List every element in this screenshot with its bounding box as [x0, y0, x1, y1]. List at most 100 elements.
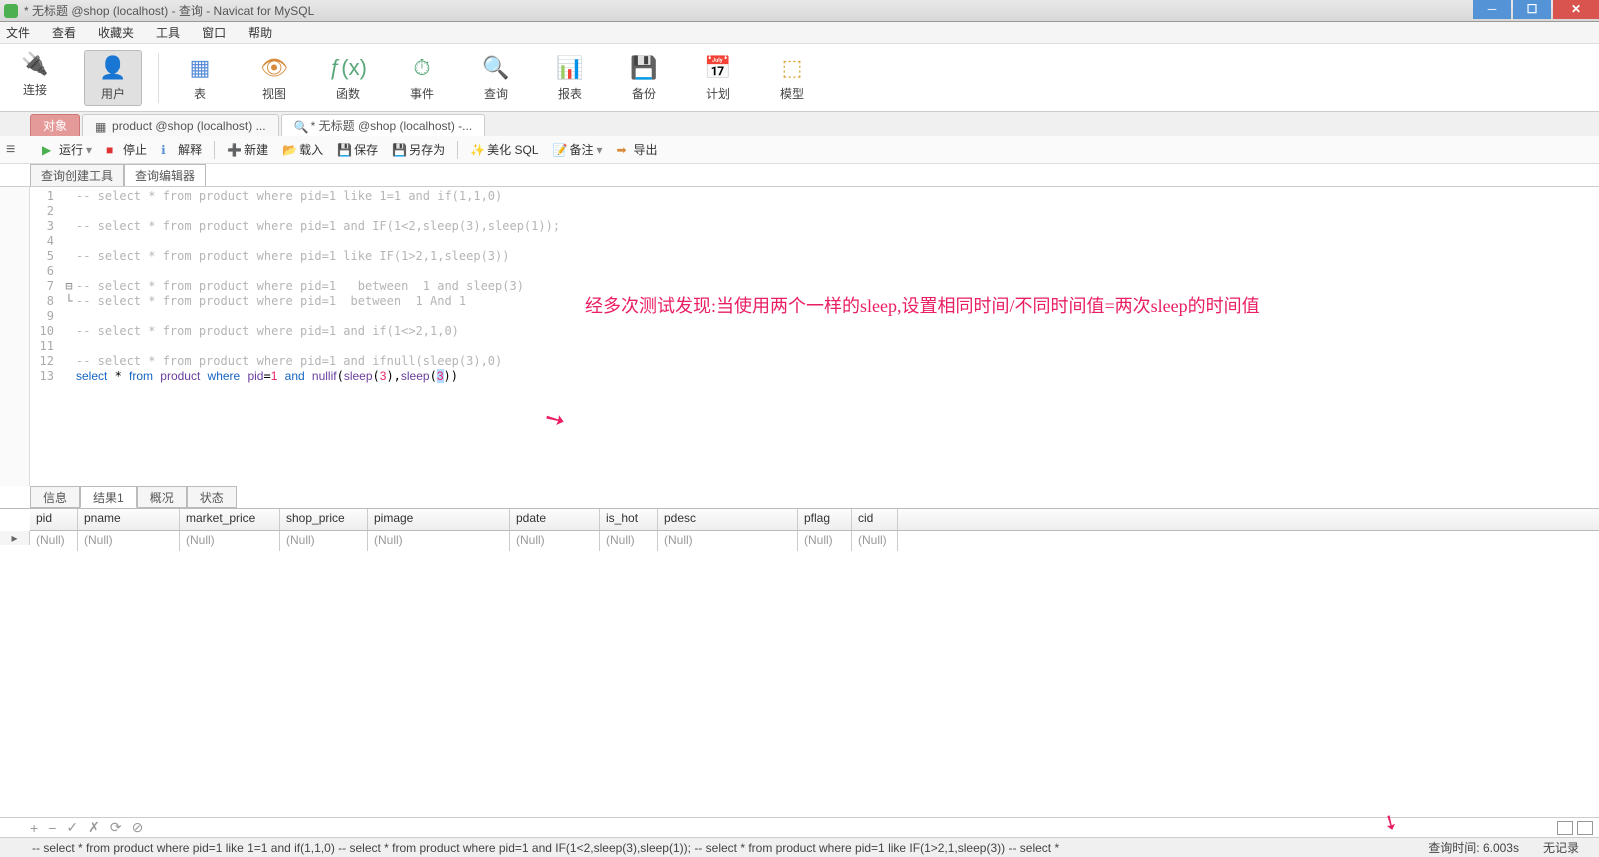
query-time: 查询时间: 6.003s: [1416, 839, 1531, 856]
table-button[interactable]: ▦表: [175, 54, 225, 102]
restab-info[interactable]: 信息: [30, 486, 80, 508]
cell-pimage[interactable]: (Null): [368, 531, 510, 551]
schedule-button[interactable]: 📅计划: [693, 54, 743, 102]
grid-header: pidpnamemarket_priceshop_pricepimagepdat…: [30, 509, 1599, 531]
grid-view-icon[interactable]: [1557, 821, 1573, 835]
beautify-button[interactable]: ✨美化 SQL: [464, 139, 544, 161]
grid-row[interactable]: (Null)(Null)(Null)(Null)(Null)(Null)(Nul…: [30, 531, 1599, 551]
status-bar: -- select * from product where pid=1 lik…: [0, 837, 1599, 857]
stop-icon: ■: [106, 143, 120, 157]
delete-icon[interactable]: −: [48, 820, 56, 836]
stop-grid-icon[interactable]: ⊘: [132, 819, 144, 836]
event-button[interactable]: ⏱事件: [397, 54, 447, 102]
check-icon[interactable]: ✓: [66, 819, 78, 836]
col-pname[interactable]: pname: [78, 509, 180, 530]
annotation-text: 经多次测试发现:当使用两个一样的sleep,设置相同时间/不同时间值=两次sle…: [585, 292, 1260, 318]
subtab-editor[interactable]: 查询编辑器: [124, 164, 206, 186]
cell-is_hot[interactable]: (Null): [600, 531, 658, 551]
run-button[interactable]: ▶运行▾: [36, 139, 98, 161]
ribbon-toolbar: 🔌连接 👤用户 ▦表 👁视图 ƒ(x)函数 ⏱事件 🔍查询 📊报表 💾备份 📅计…: [0, 44, 1599, 112]
cell-pflag[interactable]: (Null): [798, 531, 852, 551]
sub-tabs: 查询创建工具 查询编辑器: [0, 164, 1599, 186]
saveas-button[interactable]: 💾另存为: [386, 139, 451, 161]
col-pdate[interactable]: pdate: [510, 509, 600, 530]
backup-button[interactable]: 💾备份: [619, 54, 669, 102]
tab-untitled[interactable]: 🔍* 无标题 @shop (localhost) -...: [281, 114, 486, 136]
save-icon: 💾: [337, 143, 351, 157]
tab-objects[interactable]: 对象: [30, 114, 80, 136]
new-icon: ➕: [227, 143, 241, 157]
col-cid[interactable]: cid: [852, 509, 898, 530]
cell-pdesc[interactable]: (Null): [658, 531, 798, 551]
user-button[interactable]: 👤用户: [84, 50, 142, 106]
titlebar: * 无标题 @shop (localhost) - 查询 - Navicat f…: [0, 0, 1599, 22]
cell-pid[interactable]: (Null): [30, 531, 78, 551]
restab-result[interactable]: 结果1: [80, 486, 137, 508]
cell-pdate[interactable]: (Null): [510, 531, 600, 551]
form-view-icon[interactable]: [1577, 821, 1593, 835]
play-icon: ▶: [42, 143, 56, 157]
restab-status[interactable]: 状态: [187, 486, 237, 508]
note-button[interactable]: 📝备注▾: [547, 139, 609, 161]
editor-area: 1 -- select * from product where pid=1 l…: [0, 186, 1599, 486]
new-button[interactable]: ➕新建: [221, 139, 274, 161]
explain-button[interactable]: ℹ解释: [155, 139, 208, 161]
query-button[interactable]: 🔍查询: [471, 54, 521, 102]
cell-pname[interactable]: (Null): [78, 531, 180, 551]
table-icon: ▦: [95, 120, 107, 132]
note-icon: 📝: [553, 143, 567, 157]
status-text: -- select * from product where pid=1 lik…: [8, 841, 1416, 855]
no-records: 无记录: [1531, 839, 1591, 856]
col-pdesc[interactable]: pdesc: [658, 509, 798, 530]
saveas-icon: 💾: [392, 143, 406, 157]
col-market_price[interactable]: market_price: [180, 509, 280, 530]
refresh-icon[interactable]: ⟳: [110, 819, 122, 836]
folder-icon: 📂: [282, 143, 296, 157]
query-icon: 🔍: [294, 120, 306, 132]
menubar: 文件 查看 收藏夹 工具 窗口 帮助: [0, 22, 1599, 44]
report-button[interactable]: 📊报表: [545, 54, 595, 102]
export-icon: ➡: [617, 143, 631, 157]
result-tabs: 信息 结果1 概况 状态: [0, 486, 1599, 508]
col-pflag[interactable]: pflag: [798, 509, 852, 530]
cell-cid[interactable]: (Null): [852, 531, 898, 551]
result-grid: pidpnamemarket_priceshop_pricepimagepdat…: [0, 508, 1599, 779]
arrow-icon: ➘: [539, 402, 571, 437]
menu-tools[interactable]: 工具: [156, 24, 180, 41]
explain-icon: ℹ: [161, 143, 175, 157]
hamburger-icon[interactable]: ≡: [6, 141, 26, 159]
menu-file[interactable]: 文件: [6, 24, 30, 41]
close-button[interactable]: ✕: [1553, 0, 1599, 19]
menu-fav[interactable]: 收藏夹: [98, 24, 134, 41]
stop-button[interactable]: ■停止: [100, 139, 153, 161]
load-button[interactable]: 📂载入: [276, 139, 329, 161]
tab-product[interactable]: ▦product @shop (localhost) ...: [82, 114, 279, 136]
grid-toolbar: + − ✓ ✗ ⟳ ⊘: [0, 817, 1599, 837]
window-title: * 无标题 @shop (localhost) - 查询 - Navicat f…: [24, 2, 1595, 19]
menu-view[interactable]: 查看: [52, 24, 76, 41]
col-is_hot[interactable]: is_hot: [600, 509, 658, 530]
col-pimage[interactable]: pimage: [368, 509, 510, 530]
sql-editor[interactable]: 1 -- select * from product where pid=1 l…: [30, 187, 1599, 486]
action-bar: ≡ ▶运行▾ ■停止 ℹ解释 ➕新建 📂载入 💾保存 💾另存为 ✨美化 SQL …: [0, 136, 1599, 164]
menu-help[interactable]: 帮助: [248, 24, 272, 41]
export-button[interactable]: ➡导出: [611, 139, 664, 161]
menu-window[interactable]: 窗口: [202, 24, 226, 41]
col-pid[interactable]: pid: [30, 509, 78, 530]
save-button[interactable]: 💾保存: [331, 139, 384, 161]
maximize-button[interactable]: ☐: [1513, 0, 1551, 19]
cell-market_price[interactable]: (Null): [180, 531, 280, 551]
connect-button[interactable]: 🔌连接: [10, 50, 60, 106]
cell-shop_price[interactable]: (Null): [280, 531, 368, 551]
subtab-builder[interactable]: 查询创建工具: [30, 164, 124, 186]
model-button[interactable]: ⬚模型: [767, 54, 817, 102]
func-button[interactable]: ƒ(x)函数: [323, 54, 373, 102]
row-indicator: ▸: [0, 531, 30, 545]
col-shop_price[interactable]: shop_price: [280, 509, 368, 530]
minimize-button[interactable]: ─: [1473, 0, 1511, 19]
view-button[interactable]: 👁视图: [249, 54, 299, 102]
cancel-icon[interactable]: ✗: [88, 819, 100, 836]
add-icon[interactable]: +: [30, 820, 38, 836]
tab-strip: 对象 ▦product @shop (localhost) ... 🔍* 无标题…: [0, 112, 1599, 136]
restab-profile[interactable]: 概况: [137, 486, 187, 508]
